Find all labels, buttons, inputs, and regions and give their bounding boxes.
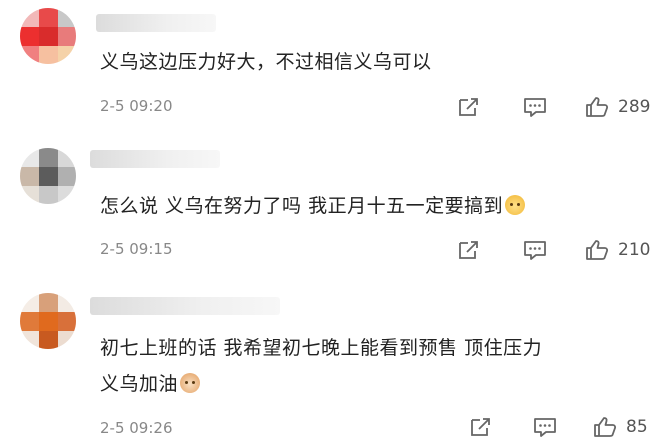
avatar-pixel <box>20 46 39 64</box>
like-icon[interactable] <box>584 95 610 119</box>
username[interactable] <box>90 150 220 168</box>
share-icon[interactable] <box>456 238 482 262</box>
comment-item-2: 怎么说 义乌在努力了吗 我正月十五一定要搞到 2-5 09:15 210 <box>0 140 668 285</box>
avatar-pixel <box>39 167 58 186</box>
like-count: 85 <box>626 417 648 437</box>
share-icon[interactable] <box>456 95 482 119</box>
comment-text: 义乌这边压力好大，不过相信义乌可以 <box>100 51 432 73</box>
comment-text: 怎么说 义乌在努力了吗 我正月十五一定要搞到 <box>100 188 640 224</box>
avatar-pixel <box>20 186 39 204</box>
avatar-pixel <box>39 293 58 312</box>
avatar-pixel <box>39 8 58 27</box>
avatar-pixel <box>20 8 39 27</box>
avatar-pixel <box>20 148 39 167</box>
avatar[interactable] <box>20 148 76 204</box>
username[interactable] <box>90 297 280 315</box>
comment-timestamp: 2-5 09:15 <box>100 240 173 258</box>
avatar-pixel <box>58 8 76 27</box>
avatar-pixel <box>58 186 76 204</box>
comment-item-1: 义乌这边压力好大，不过相信义乌可以 2-5 09:20 289 <box>0 0 668 140</box>
like-icon[interactable] <box>592 415 618 439</box>
avatar-pixel <box>20 293 39 312</box>
avatar-pixel <box>20 167 39 186</box>
username[interactable] <box>96 14 216 32</box>
like-count: 210 <box>618 240 651 260</box>
avatar-pixel <box>39 148 58 167</box>
avatar-pixel <box>58 27 76 46</box>
avatar-pixel <box>58 46 76 64</box>
like-count: 289 <box>618 97 651 117</box>
avatar-pixel <box>58 148 76 167</box>
comment-timestamp: 2-5 09:26 <box>100 419 173 437</box>
comment-actions: 210 <box>456 238 656 262</box>
avatar-pixel <box>58 312 76 331</box>
cat-emoji-icon <box>180 373 201 393</box>
comment-actions: 289 <box>456 95 656 119</box>
avatar-pixel <box>58 167 76 186</box>
comment-item-3: 初七上班的话 我希望初七晚上能看到预售 顶住压力 义乌加油 2-5 09:26 … <box>0 285 668 447</box>
avatar-pixel <box>20 312 39 331</box>
comment-actions: 85 <box>468 415 658 439</box>
share-icon[interactable] <box>468 415 494 439</box>
comment-text: 初七上班的话 我希望初七晚上能看到预售 顶住压力 义乌加油 <box>100 337 543 395</box>
reply-icon[interactable] <box>522 238 548 262</box>
avatar[interactable] <box>20 293 76 349</box>
reply-icon[interactable] <box>522 95 548 119</box>
avatar-pixel <box>20 331 39 349</box>
comment-timestamp: 2-5 09:20 <box>100 97 173 115</box>
avatar-pixel <box>58 331 76 349</box>
avatar-pixel <box>58 293 76 312</box>
avatar-pixel <box>39 186 58 204</box>
avatar-pixel <box>20 27 39 46</box>
avatar-pixel <box>39 27 58 46</box>
avatar-pixel <box>39 46 58 64</box>
avatar-pixel <box>39 331 58 349</box>
like-icon[interactable] <box>584 238 610 262</box>
avatar[interactable] <box>20 8 76 64</box>
avatar-pixel <box>39 312 58 331</box>
doge-emoji-icon <box>505 195 526 215</box>
reply-icon[interactable] <box>532 415 558 439</box>
